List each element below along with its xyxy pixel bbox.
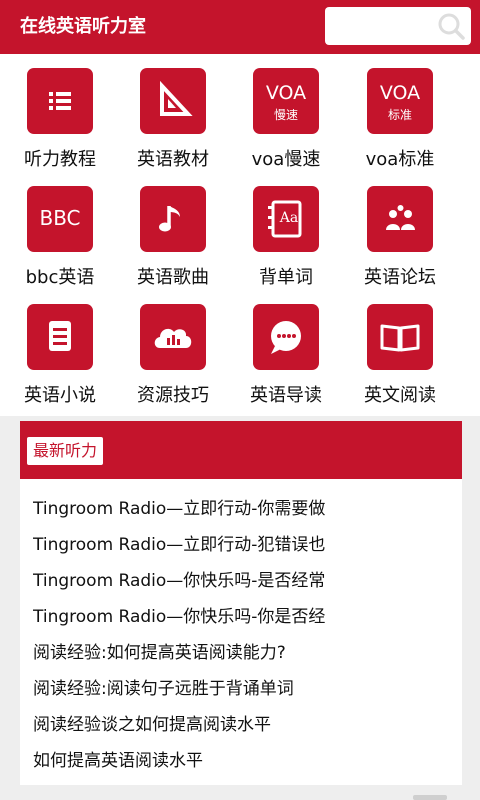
app-title: 在线英语听力室 xyxy=(20,16,146,37)
grid-item-resources[interactable]: 资源技巧 xyxy=(113,290,233,408)
grid-item-textbooks[interactable]: 英语教材 xyxy=(113,54,233,172)
grid-label: voa慢速 xyxy=(251,149,321,170)
tile-badge-text: VOA xyxy=(265,82,307,104)
tile-badge-text: BBC xyxy=(39,206,81,230)
list-item[interactable]: 阅读经验:阅读句子远胜于背诵单词 xyxy=(33,671,453,707)
scroll-indicator xyxy=(413,795,447,800)
grid-item-novels[interactable]: 英语小说 xyxy=(0,290,120,408)
tab-latest-listening[interactable]: 最新听力 xyxy=(27,437,104,465)
bbc-icon: BBC xyxy=(27,186,93,252)
grid-item-english-reading[interactable]: 英文阅读 xyxy=(340,290,460,408)
grid-label: 英语导读 xyxy=(250,385,322,406)
grid-label: 英语小说 xyxy=(24,385,96,406)
list-item[interactable]: Tingroom Radio—你快乐吗-是否经常 xyxy=(33,563,453,599)
music-note-icon xyxy=(140,186,206,252)
grid-label: 资源技巧 xyxy=(137,385,209,406)
grid-label: voa标准 xyxy=(365,149,435,170)
grid-label: 背单词 xyxy=(259,267,313,288)
tile-badge-text: VOA xyxy=(379,82,421,104)
top-bar: 在线英语听力室 xyxy=(0,0,480,54)
list-item[interactable]: Tingroom Radio—你快乐吗-你是否经 xyxy=(33,599,453,635)
search-input[interactable] xyxy=(325,7,433,45)
voa-slow-icon: VOA 慢速 xyxy=(253,68,319,134)
grid-label: 听力教程 xyxy=(24,149,96,170)
grid-label: bbc英语 xyxy=(25,267,95,288)
grid-label: 英语教材 xyxy=(137,149,209,170)
cloud-chart-icon xyxy=(140,304,206,370)
grid-item-vocabulary[interactable]: Aa 背单词 xyxy=(226,172,346,290)
list-item[interactable]: Tingroom Radio—立即行动-你需要做 xyxy=(33,491,453,527)
latest-listening-panel: 最新听力 Tingroom Radio—立即行动-你需要做 Tingroom R… xyxy=(20,421,462,785)
grid-item-forum[interactable]: 英语论坛 xyxy=(340,172,460,290)
grid-item-voa-standard[interactable]: VOA 标准 voa标准 xyxy=(340,54,460,172)
open-book-icon xyxy=(367,304,433,370)
list-item[interactable]: 如何提高英语阅读水平 xyxy=(33,743,453,779)
grid-item-voa-slow[interactable]: VOA 慢速 voa慢速 xyxy=(226,54,346,172)
grid-item-songs[interactable]: 英语歌曲 xyxy=(113,172,233,290)
list-item[interactable]: Tingroom Radio—立即行动-犯错误也 xyxy=(33,527,453,563)
list-item[interactable]: 阅读经验:如何提高英语阅读能力? xyxy=(33,635,453,671)
document-icon xyxy=(27,304,93,370)
tile-sub-text: 标准 xyxy=(387,108,412,122)
chat-bubble-icon xyxy=(253,304,319,370)
grid-label: 英文阅读 xyxy=(364,385,436,406)
latest-header: 最新听力 xyxy=(20,421,462,479)
search-box[interactable] xyxy=(325,7,471,45)
grid-item-guide-reading[interactable]: 英语导读 xyxy=(226,290,346,408)
tile-sub-text: 慢速 xyxy=(273,108,298,122)
triangle-ruler-icon xyxy=(140,68,206,134)
dictionary-icon: Aa xyxy=(253,186,319,252)
grid-label: 英语歌曲 xyxy=(137,267,209,288)
voa-standard-icon: VOA 标准 xyxy=(367,68,433,134)
forum-people-icon xyxy=(367,186,433,252)
list-icon xyxy=(27,68,93,134)
grid-item-bbc[interactable]: BBC bbc英语 xyxy=(0,172,120,290)
search-icon[interactable] xyxy=(437,12,465,40)
grid-label: 英语论坛 xyxy=(364,267,436,288)
category-grid: 听力教程 英语教材 VOA 慢速 voa慢速 VOA 标准 voa标准 BBC … xyxy=(0,54,480,416)
grid-item-listening-tutorial[interactable]: 听力教程 xyxy=(0,54,120,172)
list-item[interactable]: 阅读经验谈之如何提高阅读水平 xyxy=(33,707,453,743)
tile-badge-text: Aa xyxy=(279,210,299,226)
